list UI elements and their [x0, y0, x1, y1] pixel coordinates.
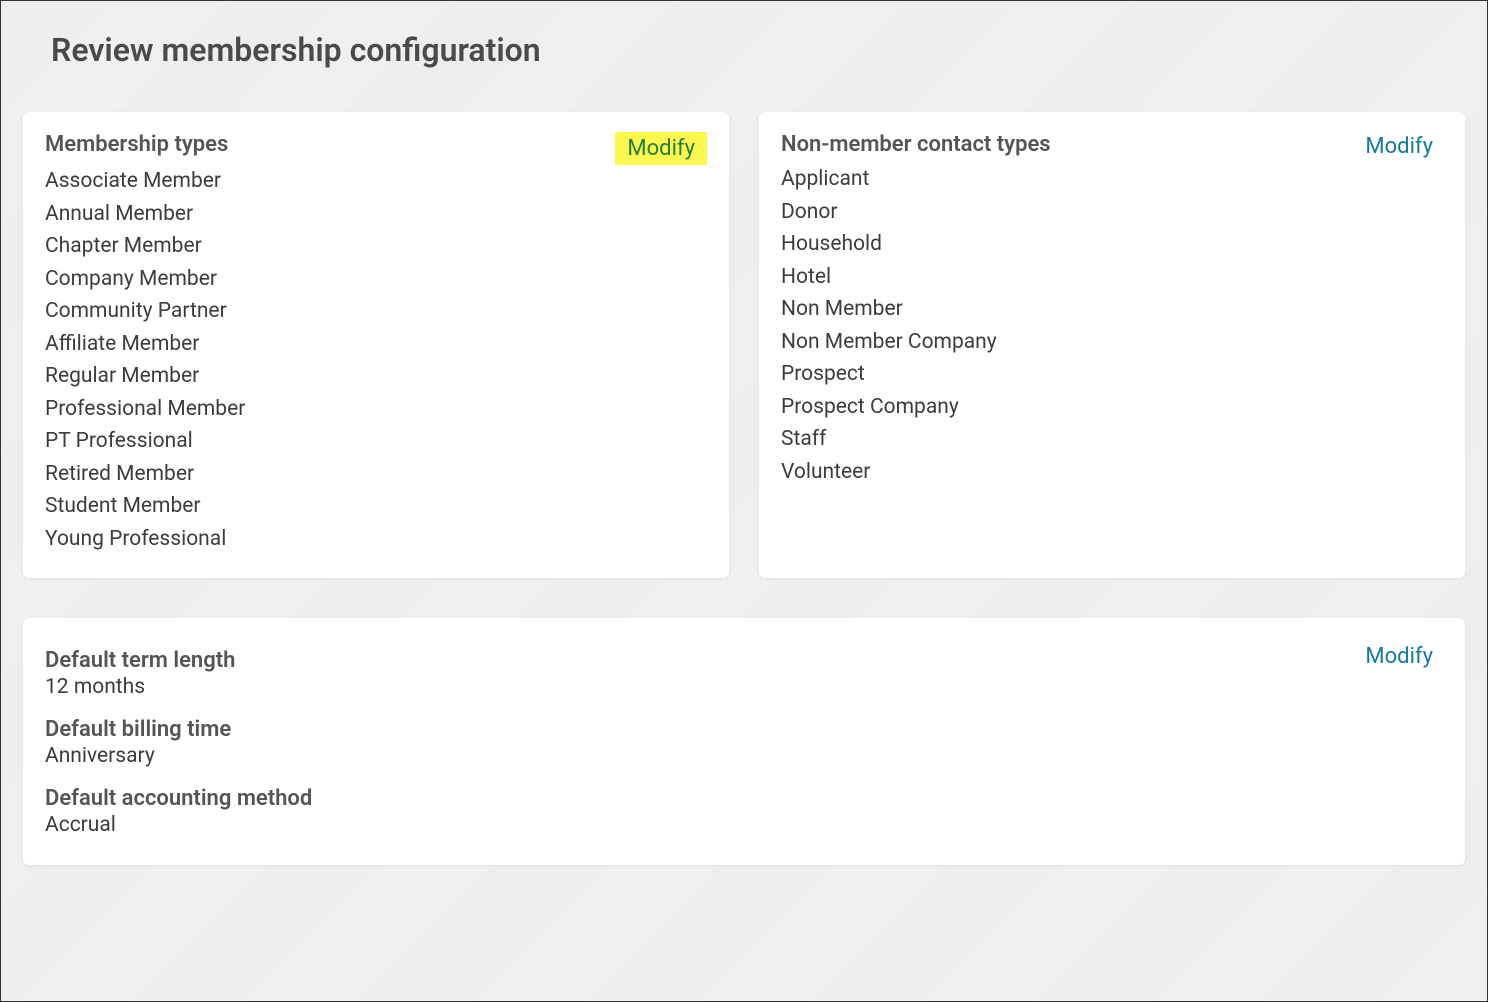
membership-types-title: Membership types: [45, 132, 228, 157]
default-term-length-group: Default term length 12 months: [45, 648, 1443, 699]
list-item: Associate Member: [45, 165, 707, 198]
list-item: Community Partner: [45, 295, 707, 328]
list-item: Chapter Member: [45, 230, 707, 263]
cards-row: Membership types Modify Associate Member…: [1, 94, 1487, 578]
non-member-types-card: Non-member contact types Modify Applican…: [759, 112, 1465, 578]
default-accounting-method-label: Default accounting method: [45, 786, 1443, 811]
card-header: Membership types Modify: [45, 132, 707, 165]
list-item: Professional Member: [45, 393, 707, 426]
default-billing-time-group: Default billing time Anniversary: [45, 717, 1443, 768]
list-item: Retired Member: [45, 458, 707, 491]
list-item: Non Member Company: [781, 326, 1443, 359]
list-item: Volunteer: [781, 456, 1443, 489]
modify-membership-types-link[interactable]: Modify: [615, 132, 707, 165]
non-member-types-list: Applicant Donor Household Hotel Non Memb…: [781, 163, 1443, 488]
list-item: Company Member: [45, 263, 707, 296]
list-item: Household: [781, 228, 1443, 261]
page-frame: Review membership configuration Membersh…: [0, 0, 1488, 1002]
default-accounting-method-value: Accrual: [45, 813, 1443, 837]
default-billing-time-value: Anniversary: [45, 744, 1443, 768]
default-term-length-value: 12 months: [45, 675, 1443, 699]
default-accounting-method-group: Default accounting method Accrual: [45, 786, 1443, 837]
list-item: Non Member: [781, 293, 1443, 326]
list-item: Young Professional: [45, 523, 707, 556]
default-term-length-label: Default term length: [45, 648, 1443, 673]
list-item: Staff: [781, 423, 1443, 456]
list-item: Affiliate Member: [45, 328, 707, 361]
list-item: Annual Member: [45, 198, 707, 231]
membership-types-card: Membership types Modify Associate Member…: [23, 112, 729, 578]
modify-non-member-types-link[interactable]: Modify: [1355, 132, 1443, 161]
card-header: Non-member contact types Modify: [781, 132, 1443, 163]
page-content: Review membership configuration Membersh…: [1, 1, 1487, 865]
non-member-types-title: Non-member contact types: [781, 132, 1051, 157]
list-item: Applicant: [781, 163, 1443, 196]
list-item: Prospect Company: [781, 391, 1443, 424]
list-item: Donor: [781, 196, 1443, 229]
page-title: Review membership configuration: [1, 1, 1487, 94]
list-item: PT Professional: [45, 425, 707, 458]
defaults-card: Modify Default term length 12 months Def…: [23, 618, 1465, 865]
list-item: Regular Member: [45, 360, 707, 393]
list-item: Student Member: [45, 490, 707, 523]
list-item: Prospect: [781, 358, 1443, 391]
modify-defaults-link[interactable]: Modify: [1355, 642, 1443, 671]
list-item: Hotel: [781, 261, 1443, 294]
default-billing-time-label: Default billing time: [45, 717, 1443, 742]
membership-types-list: Associate Member Annual Member Chapter M…: [45, 165, 707, 556]
